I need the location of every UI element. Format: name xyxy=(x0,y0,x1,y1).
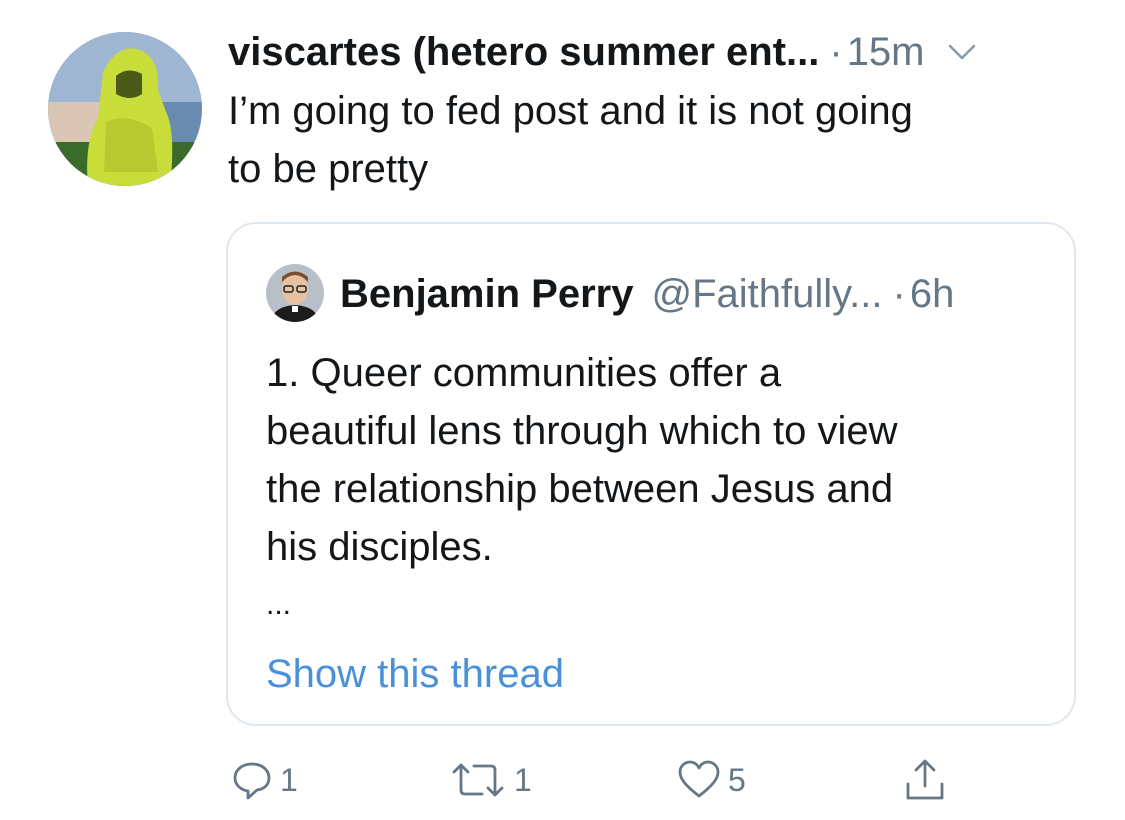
quoted-text-line: the relationship between Jesus and xyxy=(266,467,894,511)
quoted-header-separator: · xyxy=(892,271,906,316)
chevron-down-icon[interactable] xyxy=(947,42,977,62)
quoted-tweet-card[interactable]: Benjamin Perry @Faithfully... · 6h 1. Qu… xyxy=(226,222,1076,726)
quoted-author-avatar xyxy=(266,264,324,322)
author-display-name[interactable]: viscartes (hetero summer ent... xyxy=(228,26,819,78)
tweet-timestamp[interactable]: 15m xyxy=(847,26,925,78)
show-thread-link[interactable]: Show this thread xyxy=(266,648,564,700)
header-separator: · xyxy=(829,30,843,74)
quoted-text-line: 1. Queer communities offer a xyxy=(266,351,782,395)
share-icon xyxy=(902,756,948,804)
like-button[interactable]: 5 xyxy=(676,752,746,808)
tweet-header: viscartes (hetero summer ent... · 15m xyxy=(228,26,1088,78)
quoted-tweet-timestamp[interactable]: 6h xyxy=(910,272,955,317)
tweet-text-line: I’m going to fed post and it is not goin… xyxy=(228,89,913,133)
tweet-text: I’m going to fed post and it is not goin… xyxy=(228,82,1068,198)
tweet: viscartes (hetero summer ent... · 15m I’… xyxy=(0,0,1125,820)
quoted-tweet-text: 1. Queer communities offer a beautiful l… xyxy=(266,344,1046,634)
retweet-count: 1 xyxy=(514,761,532,798)
share-button[interactable] xyxy=(902,752,948,808)
quoted-author-handle[interactable]: @Faithfully... xyxy=(651,272,882,317)
tweet-text-line: to be pretty xyxy=(228,147,429,191)
quoted-text-line: beautiful lens through which to view xyxy=(266,409,898,453)
heart-icon xyxy=(676,758,722,802)
retweet-button[interactable]: 1 xyxy=(448,752,532,808)
author-avatar[interactable] xyxy=(48,32,202,186)
tweet-actions-bar: 1 1 5 xyxy=(0,752,1125,808)
reply-button[interactable]: 1 xyxy=(230,752,298,808)
reply-count: 1 xyxy=(280,761,298,798)
like-count: 5 xyxy=(728,761,746,798)
quoted-text-line: his disciples. xyxy=(266,525,493,569)
quoted-tweet-header: Benjamin Perry @Faithfully... · 6h xyxy=(340,268,954,320)
retweet-icon xyxy=(448,758,508,802)
reply-icon xyxy=(230,758,274,802)
quoted-text-ellipsis: ... xyxy=(266,588,292,621)
quoted-author-display-name[interactable]: Benjamin Perry xyxy=(340,272,633,317)
